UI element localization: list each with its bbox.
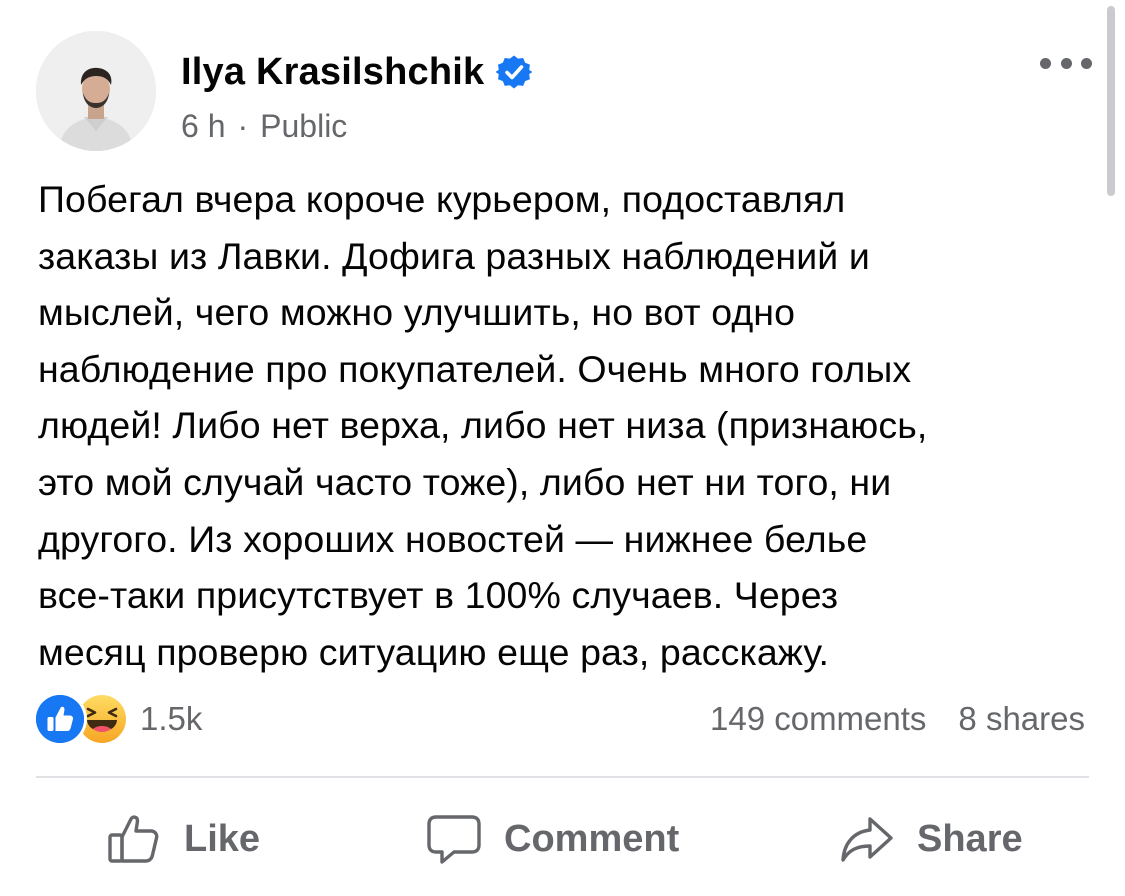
avatar-photo [36,31,156,151]
reactions-summary[interactable]: 1.5k [36,693,202,745]
author-name[interactable]: Ilya Krasilshchik [181,51,484,94]
scrollbar[interactable] [1107,6,1115,196]
post-meta: 6 h · Public [181,104,347,148]
share-label: Share [917,817,1023,860]
more-dot [1081,57,1092,69]
post-text-line: это мой случай часто тоже), либо нет ни … [38,460,892,503]
thumbs-up-icon [106,811,162,867]
divider [36,776,1089,778]
avatar[interactable] [36,31,156,151]
share-button[interactable]: Share [839,808,1023,870]
engagement-stats: 149 comments 8 shares [710,697,1085,741]
comment-bubble-icon [426,811,482,867]
shares-count-link[interactable]: 8 shares [958,700,1085,738]
author-line: Ilya Krasilshchik [181,46,533,98]
post-text-line: другого. Из хороших новостей — нижнее бе… [38,517,868,560]
post-text-line: месяц проверю ситуацию еще раз, расскажу… [38,630,830,673]
like-button[interactable]: Like [106,808,260,870]
post-time[interactable]: 6 h [181,108,225,145]
verified-badge-icon [496,54,533,90]
comments-count-link[interactable]: 149 comments [710,700,926,738]
post-text-line: Побегал вчера короче курьером, подоставл… [38,178,846,220]
more-dot [1060,57,1072,69]
reaction-count: 1.5k [140,700,203,737]
like-label: Like [184,817,261,860]
post-text-line: все-таки присутствует в 100% случаев. Че… [38,574,839,617]
post-text-line: мыслей, чего можно улучшить, но вот одно [38,291,796,334]
post-text-line: наблюдение про покупателей. Очень много … [38,347,912,390]
comment-button[interactable]: Comment [426,808,679,870]
comment-label: Comment [504,817,680,860]
post-audience: Public [260,107,348,144]
share-arrow-icon [839,811,895,867]
more-options-icon[interactable] [1040,50,1092,76]
like-reaction-icon [36,695,84,743]
meta-separator: · [237,107,249,144]
post-text: Побегал вчера короче курьером, подоставл… [38,171,1090,680]
post-text-line: людей! Либо нет верха, либо нет низа (пр… [38,404,928,447]
post-text-line: заказы из Лавки. Дофига разных наблюдени… [38,234,870,277]
haha-reaction-icon [78,695,126,743]
more-dot [1040,57,1051,69]
